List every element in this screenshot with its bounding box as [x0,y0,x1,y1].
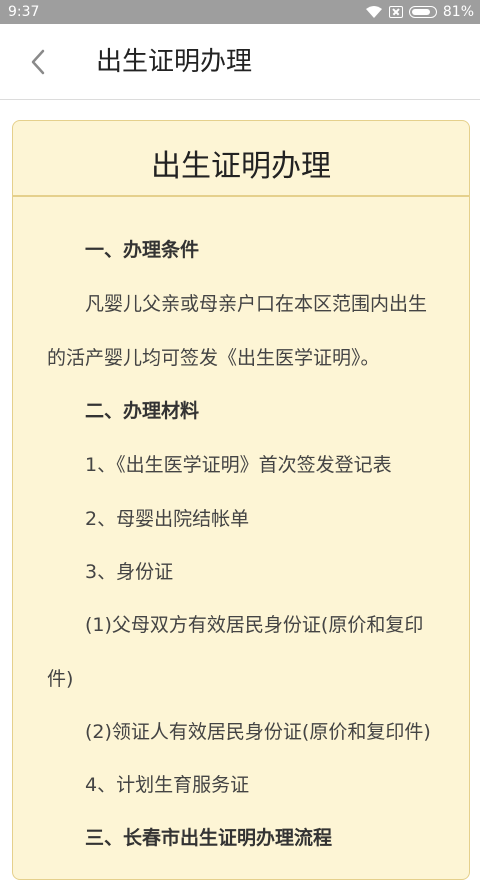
list-item: 1、《出生医学证明》首次签发登记表 [85,454,392,476]
list-item-continuation: 件) [47,668,74,690]
content-card: 出生证明办理 一、办理条件 凡婴儿父亲或母亲户口在本区范围内出生 的活产婴儿均可… [12,120,470,880]
list-item: (2)领证人有效居民身份证(原价和复印件) [85,721,431,743]
status-icons: 81% [365,0,474,24]
battery-level: 81% [442,4,474,20]
paragraph-line: 的活产婴儿均可签发《出生医学证明》。 [47,347,380,369]
chevron-left-icon [31,49,45,75]
status-bar: 9:37 81% [0,0,480,24]
card-title: 出生证明办理 [151,149,331,184]
list-item: (1)父母双方有效居民身份证(原价和复印 [85,614,424,636]
back-button[interactable] [22,46,54,78]
nav-bar: 出生证明办理 [0,24,480,100]
list-item: 2、母婴出院结帐单 [85,508,250,530]
section-heading-process: 三、长春市出生证明办理流程 [85,827,333,849]
list-item: 4、计划生育服务证 [85,774,250,796]
list-item: 3、身份证 [85,561,174,583]
wifi-icon [365,6,382,18]
status-time: 9:37 [8,4,40,20]
paragraph-line: 凡婴儿父亲或母亲户口在本区范围内出生 [85,293,428,315]
page-title: 出生证明办理 [96,47,253,77]
section-heading-conditions: 一、办理条件 [85,239,200,261]
card-divider [13,195,469,197]
section-heading-materials: 二、办理材料 [85,400,200,422]
battery-icon [408,6,437,18]
no-sim-icon [388,6,403,18]
